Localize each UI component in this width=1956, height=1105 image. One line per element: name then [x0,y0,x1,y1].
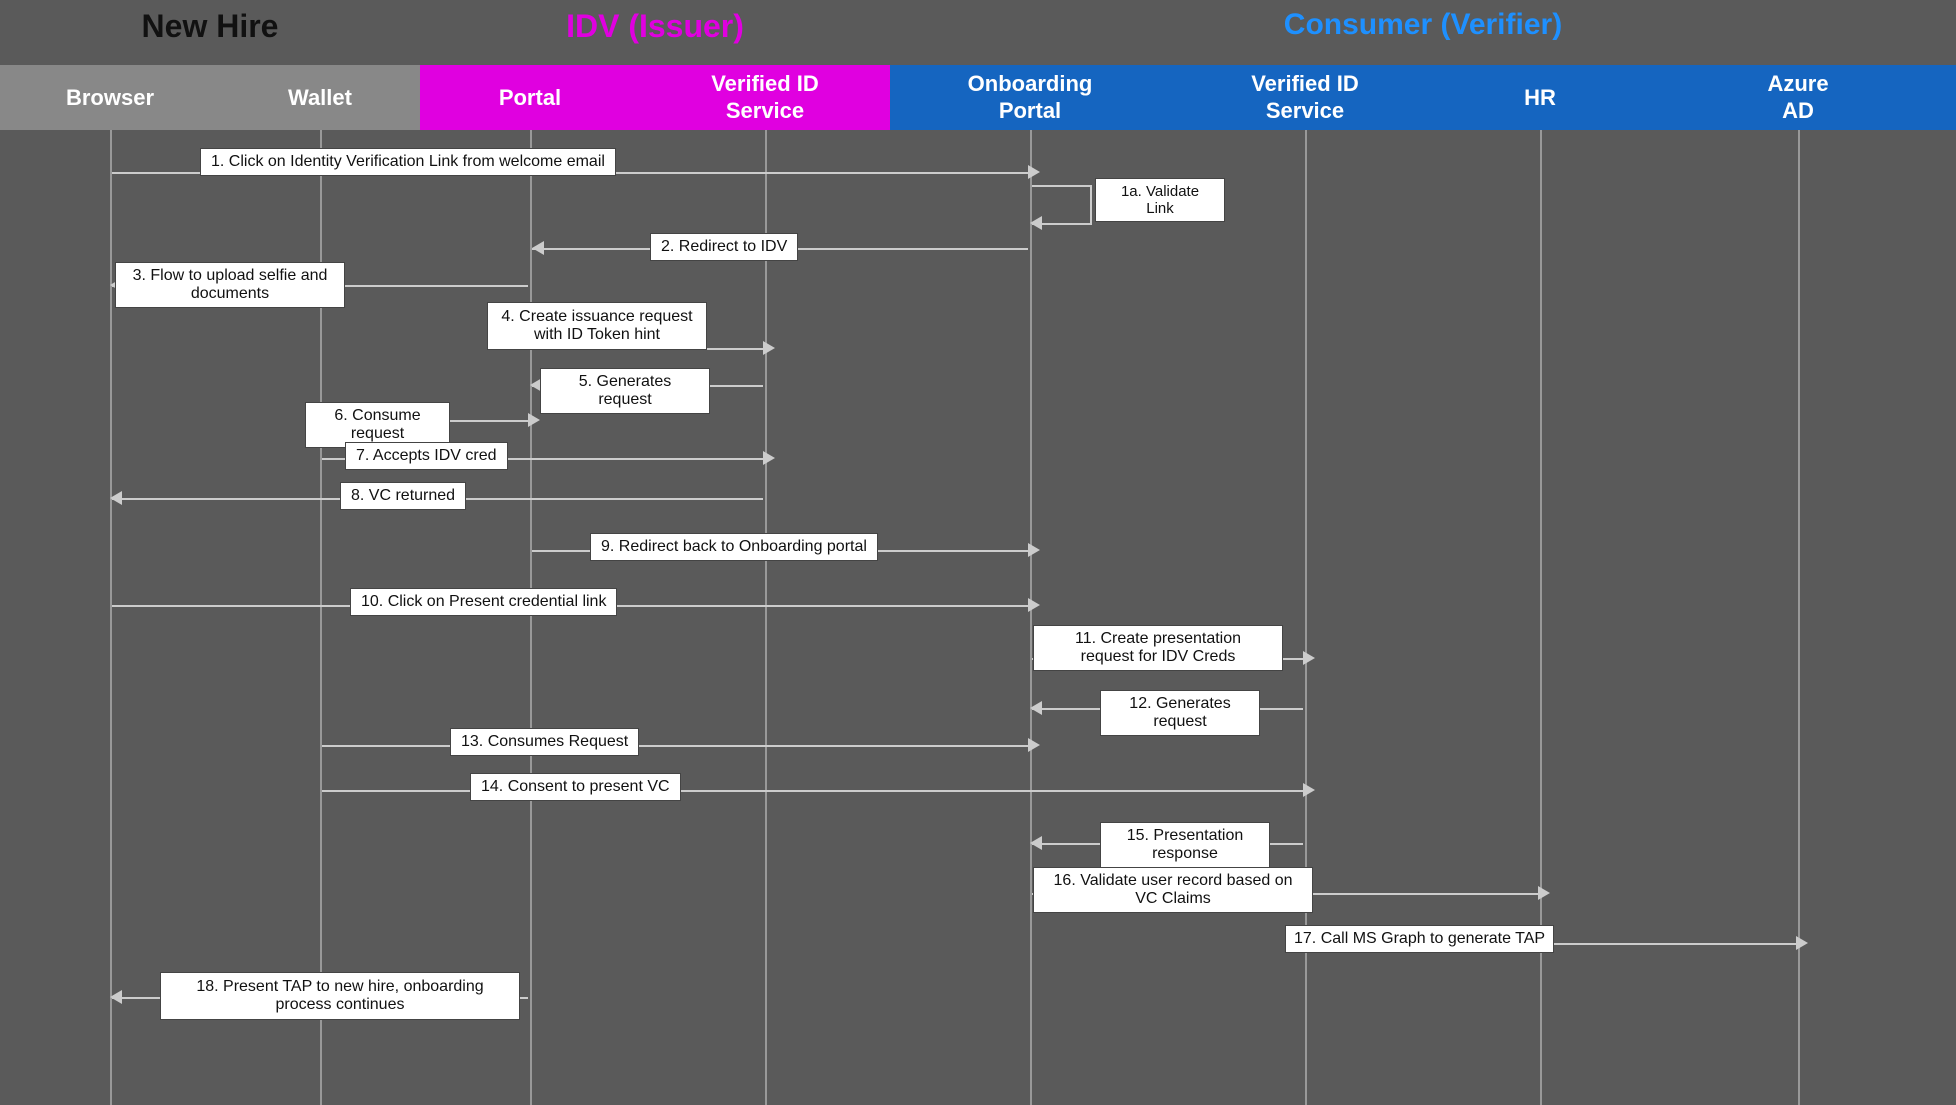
lifeline-portal [530,130,532,1105]
arrow-line-1a-h1 [1032,185,1092,187]
arrowhead-14 [1303,783,1315,797]
lifeline-onboarding-portal [1030,130,1032,1105]
label-17: 17. Call MS Graph to generate TAP [1285,925,1554,953]
lifeline-verified-id-issuer [765,130,767,1105]
arrowhead-4 [763,341,775,355]
subheader-portal: Portal [420,65,640,130]
arrowhead-16 [1538,886,1550,900]
label-18: 18. Present TAP to new hire, onboarding … [160,972,520,1020]
diagram-container: New Hire IDV (Issuer) Consumer (Verifier… [0,0,1956,1105]
group-title-idv: IDV (Issuer) [420,8,890,45]
label-11: 11. Create presentationrequest for IDV C… [1033,625,1283,671]
arrowhead-9 [1028,543,1040,557]
arrowhead-10 [1028,598,1040,612]
arrowhead-6 [528,413,540,427]
label-1: 1. Click on Identity Verification Link f… [200,148,616,176]
label-16: 16. Validate user record based onVC Clai… [1033,867,1313,913]
arrow-line-17 [1542,943,1796,945]
arrowhead-18 [110,990,122,1004]
subheader-azure-ad: AzureAD [1640,65,1956,130]
arrowhead-2 [532,241,544,255]
arrow-line-1a-v [1090,185,1092,225]
label-15: 15. Presentationresponse [1100,822,1270,868]
arrowhead-13 [1028,738,1040,752]
subheader-verified-id-issuer: Verified IDService [640,65,890,130]
label-14: 14. Consent to present VC [470,773,681,801]
arrowhead-1a [1030,216,1042,230]
arrow-line-13 [322,745,1028,747]
lifeline-hr [1540,130,1542,1105]
subheader-wallet: Wallet [220,65,420,130]
label-7: 7. Accepts IDV cred [345,442,508,470]
arrowhead-1 [1028,165,1040,179]
label-4: 4. Create issuance request with ID Token… [487,302,707,350]
lifeline-browser [110,130,112,1105]
arrowhead-8 [110,491,122,505]
arrowhead-15 [1030,836,1042,850]
label-8: 8. VC returned [340,482,466,510]
group-title-consumer: Consumer (Verifier) [890,8,1956,42]
label-12: 12. Generatesrequest [1100,690,1260,736]
label-3: 3. Flow to upload selfie anddocuments [115,262,345,308]
lifeline-verified-id-consumer [1305,130,1307,1105]
subheader-hr: HR [1440,65,1640,130]
arrowhead-17 [1796,936,1808,950]
label-9: 9. Redirect back to Onboarding portal [590,533,878,561]
subheader-browser: Browser [0,65,220,130]
label-2: 2. Redirect to IDV [650,233,798,261]
label-1a: 1a. ValidateLink [1095,178,1225,222]
subheader-verified-id-consumer: Verified IDService [1170,65,1440,130]
label-13: 13. Consumes Request [450,728,639,756]
arrowhead-11 [1303,651,1315,665]
arrowhead-7 [763,451,775,465]
label-5: 5. Generatesrequest [540,368,710,414]
group-title-new-hire: New Hire [0,8,420,45]
subheader-onboarding-portal: OnboardingPortal [890,65,1170,130]
label-10: 10. Click on Present credential link [350,588,617,616]
lifeline-azure-ad [1798,130,1800,1105]
arrowhead-12 [1030,701,1042,715]
